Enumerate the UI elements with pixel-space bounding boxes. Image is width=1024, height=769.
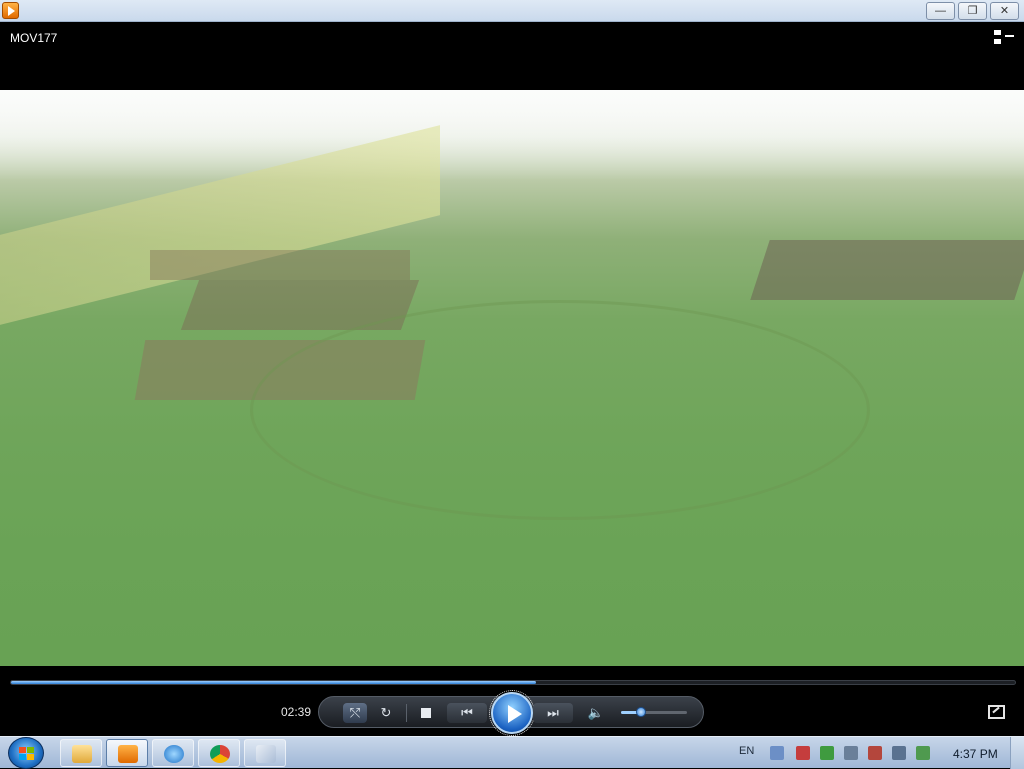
media-player-icon: [118, 745, 138, 763]
player-header: MOV177: [0, 22, 1024, 90]
action-center-icon[interactable]: [796, 746, 810, 760]
restore-button[interactable]: ❐: [958, 2, 987, 20]
video-title: MOV177: [10, 31, 58, 45]
volume-icon[interactable]: [892, 746, 906, 760]
next-button[interactable]: ⏭: [533, 703, 573, 723]
minimize-button[interactable]: —: [926, 2, 955, 20]
divider: [406, 704, 407, 722]
video-sky-haze: [0, 90, 1024, 180]
video-frame[interactable]: [0, 90, 1024, 666]
video-earthwork-ring: [250, 300, 870, 520]
volume-thumb[interactable]: [635, 707, 646, 717]
security-icon[interactable]: [820, 746, 834, 760]
play-button[interactable]: [489, 690, 535, 736]
taskbar-media-player[interactable]: [106, 739, 148, 767]
chrome-icon: [210, 745, 230, 763]
show-desktop-button[interactable]: [1010, 737, 1024, 769]
stop-icon: [421, 708, 431, 718]
video-field-brown-4: [150, 250, 410, 280]
keyboard-icon[interactable]: [770, 746, 784, 760]
start-button[interactable]: [8, 737, 44, 769]
fullscreen-icon[interactable]: [988, 705, 1005, 719]
network-icon[interactable]: [844, 746, 858, 760]
windows-flag-icon: [19, 747, 35, 761]
close-button[interactable]: ✕: [990, 2, 1019, 20]
internet-explorer-icon: [164, 745, 184, 763]
repeat-button[interactable]: ↻: [375, 703, 397, 723]
elapsed-time: 02:39: [281, 705, 312, 719]
transport-bar: ⤲ ↻ ⏮ ⏭ 🔈: [318, 690, 704, 736]
media-player-app-icon[interactable]: [2, 2, 19, 19]
playback-controls: 02:39 ⤲ ↻ ⏮ ⏭ 🔈: [0, 666, 1024, 736]
video-field-brown-3: [750, 240, 1024, 300]
switch-to-library-icon[interactable]: [994, 30, 1014, 46]
taskbar-chrome[interactable]: [198, 739, 240, 767]
volume-slider[interactable]: [621, 707, 687, 717]
clock[interactable]: 4:37 PM: [953, 747, 998, 761]
previous-button[interactable]: ⏮: [447, 703, 487, 723]
shuffle-icon[interactable]: ⤲: [343, 703, 367, 723]
folder-icon: [72, 745, 92, 763]
taskbar-paint[interactable]: [244, 739, 286, 767]
window-titlebar: — ❐ ✕: [0, 0, 1024, 22]
power-icon[interactable]: [868, 746, 882, 760]
taskbar-file-explorer[interactable]: [60, 739, 102, 767]
sync-icon[interactable]: [916, 746, 930, 760]
paint-icon: [256, 745, 276, 763]
language-indicator[interactable]: EN: [739, 745, 754, 757]
taskbar-internet-explorer[interactable]: [152, 739, 194, 767]
mute-button[interactable]: 🔈: [585, 703, 607, 723]
taskbar: EN 4:37 PM: [0, 736, 1024, 769]
seek-bar-progress: [11, 681, 537, 684]
stop-button[interactable]: [415, 703, 437, 723]
seek-bar[interactable]: [10, 680, 1016, 685]
